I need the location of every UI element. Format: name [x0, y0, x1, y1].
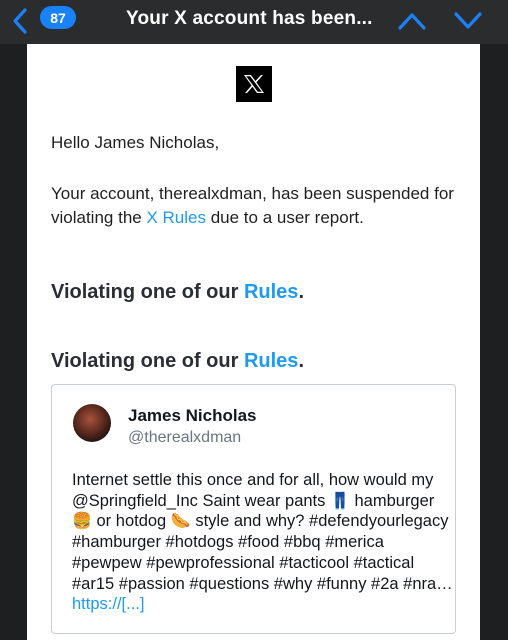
- next-message-button[interactable]: [452, 9, 484, 33]
- post-author-name: James Nicholas: [128, 406, 257, 425]
- heading-text: Violating one of our: [51, 350, 244, 372]
- heading-period: .: [298, 281, 304, 303]
- heading-text: Violating one of our: [51, 281, 244, 303]
- rules-link[interactable]: Rules: [244, 281, 298, 303]
- post-link[interactable]: https://[...]: [72, 595, 144, 613]
- post-text-part: hamburger: [349, 491, 435, 510]
- email-body: Hello James Nicholas, Your account, ther…: [27, 44, 480, 640]
- section-heading: Violating one of our Rules.: [51, 281, 304, 304]
- avatar: [73, 404, 111, 442]
- pants-emoji-icon: 👖: [329, 490, 350, 510]
- chevron-left-icon: [13, 8, 27, 34]
- previous-message-button[interactable]: [396, 9, 428, 33]
- hotdog-emoji-icon: 🌭: [170, 511, 191, 531]
- navigation-bar: 87 Your X account has been...: [0, 0, 508, 44]
- section-heading: Violating one of our Rules.: [51, 350, 304, 373]
- x-logo: [236, 66, 272, 102]
- chevron-down-icon: [454, 12, 482, 29]
- greeting: Hello James Nicholas,: [51, 133, 220, 152]
- message-text-end: due to a user report.: [205, 208, 364, 227]
- x-rules-link[interactable]: X Rules: [146, 208, 206, 227]
- embedded-post[interactable]: James Nicholas @therealxdman Internet se…: [51, 384, 456, 634]
- unread-count-badge[interactable]: 87: [40, 6, 76, 29]
- suspension-message: Your account, therealxdman, has been sus…: [51, 182, 471, 230]
- email-subject-title: Your X account has been...: [126, 8, 373, 29]
- post-text-part: or hotdog: [91, 512, 171, 531]
- hamburger-emoji-icon: 🍔: [72, 511, 92, 531]
- chevron-up-icon: [398, 13, 426, 30]
- x-logo-icon: [244, 75, 264, 93]
- back-button[interactable]: [6, 8, 34, 34]
- rules-link[interactable]: Rules: [244, 350, 298, 372]
- post-text: Internet settle this once and for all, h…: [72, 470, 457, 615]
- post-author-handle: @therealxdman: [128, 429, 242, 446]
- heading-period: .: [298, 350, 304, 372]
